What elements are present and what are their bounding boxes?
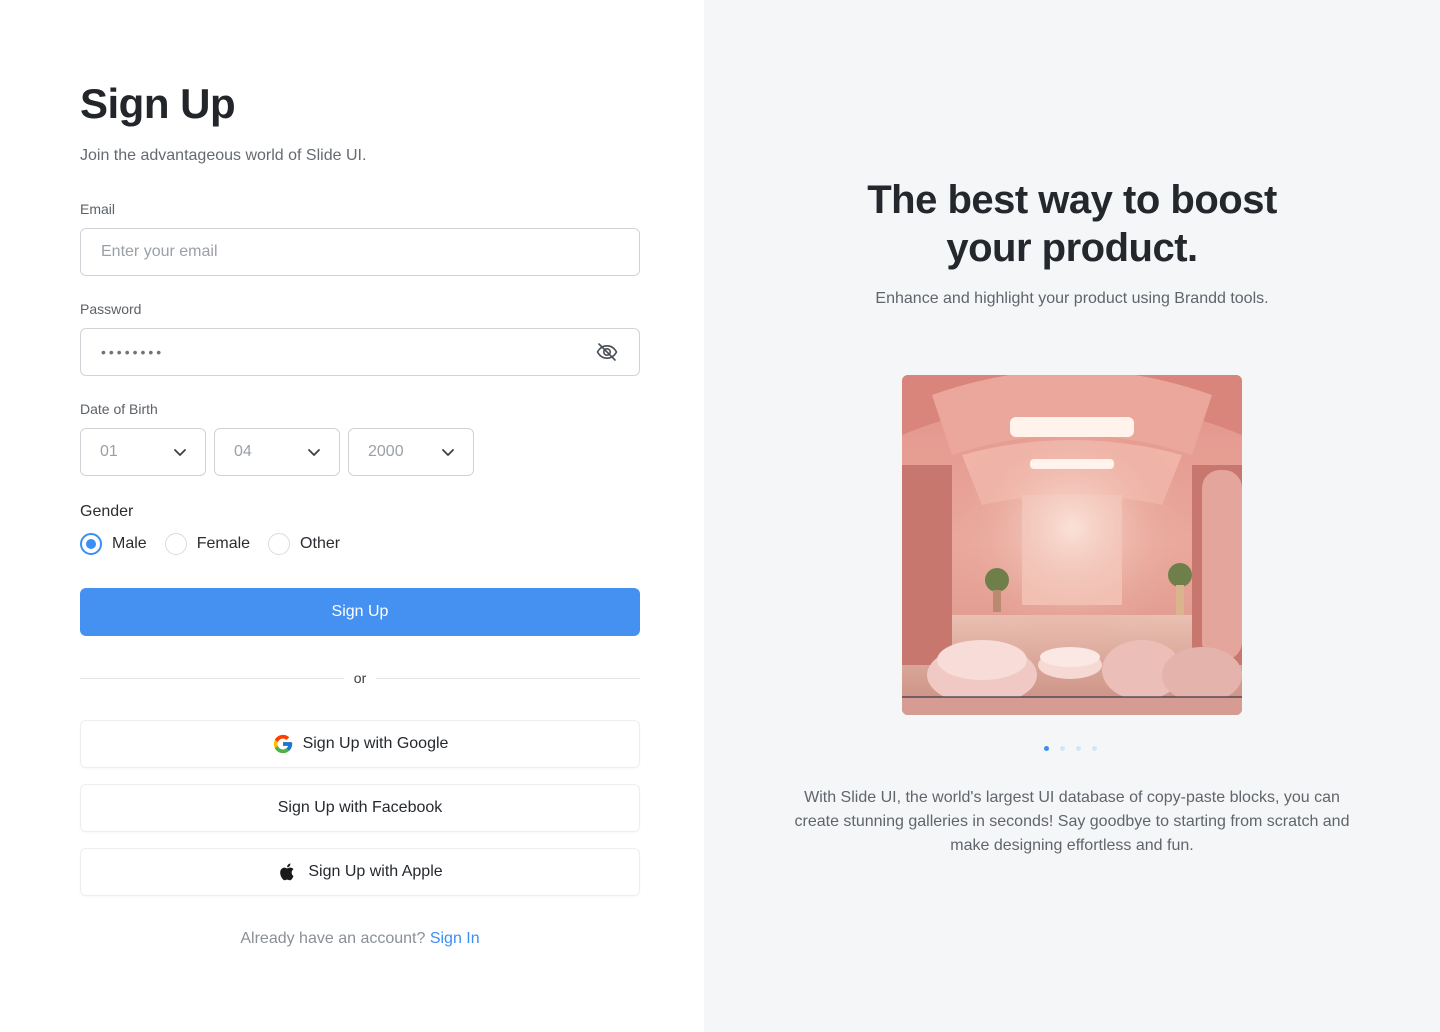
- page-title: Sign Up: [80, 80, 236, 127]
- page-subtitle: Join the advantageous world of Slide UI.: [80, 147, 367, 164]
- carousel-dot[interactable]: [1060, 746, 1065, 751]
- dob-label: Date of Birth: [80, 401, 158, 417]
- eye-off-icon[interactable]: [595, 340, 619, 364]
- email-field[interactable]: Enter your email: [80, 228, 640, 276]
- chevron-down-icon: [441, 445, 455, 459]
- radio-unchecked[interactable]: [164, 533, 187, 555]
- signin-prompt-text: Already have an account?: [240, 930, 426, 947]
- signin-prompt: Already have an account? Sign In: [80, 930, 640, 948]
- divider-text: or: [353, 670, 367, 686]
- gender-radio-group: Male Female Other: [80, 532, 358, 556]
- apple-signup-button[interactable]: Sign Up with Apple: [80, 848, 640, 896]
- hero-title-line1: The best way to boost: [867, 178, 1277, 222]
- dob-day-select[interactable]: 01: [80, 428, 206, 476]
- gender-option-female[interactable]: Female: [164, 533, 251, 555]
- password-field[interactable]: ••••••••: [80, 328, 640, 376]
- gender-option-male[interactable]: Male: [80, 533, 147, 555]
- carousel-dot[interactable]: [1044, 746, 1049, 751]
- google-signup-button[interactable]: Sign Up with Google: [80, 720, 640, 768]
- hero-subtitle: Enhance and highlight your product using…: [875, 290, 1269, 307]
- email-placeholder: Enter your email: [101, 243, 218, 260]
- apple-icon: [277, 861, 299, 883]
- sign-in-link[interactable]: Sign In: [430, 930, 480, 947]
- gender-label: Gender: [80, 503, 134, 520]
- hero-title-line2: your product.: [946, 226, 1198, 270]
- page: Sign Up Join the advantageous world of S…: [0, 0, 1440, 1032]
- password-label: Password: [80, 301, 142, 317]
- facebook-signup-button[interactable]: Sign Up with Facebook: [80, 784, 640, 832]
- signup-panel: Sign Up Join the advantageous world of S…: [0, 0, 704, 1032]
- gender-option-label: Male: [112, 535, 147, 552]
- hero-image: [902, 375, 1242, 715]
- dob-month-value: 04: [234, 443, 252, 460]
- google-signup-label: Sign Up with Google: [302, 735, 449, 752]
- or-divider: or: [80, 668, 641, 688]
- dob-month-select[interactable]: 04: [214, 428, 340, 476]
- sign-up-button[interactable]: Sign Up: [80, 588, 640, 636]
- email-label: Email: [80, 201, 116, 217]
- radio-checked[interactable]: [80, 533, 102, 555]
- chevron-down-icon: [173, 445, 187, 459]
- dob-year-value: 2000: [368, 443, 404, 460]
- carousel-dot[interactable]: [1092, 746, 1097, 751]
- radio-unchecked[interactable]: [268, 533, 291, 555]
- dob-year-select[interactable]: 2000: [348, 428, 474, 476]
- carousel-dots: [1044, 746, 1108, 751]
- hero-description: With Slide UI, the world's largest UI da…: [794, 789, 1350, 854]
- carousel-dot[interactable]: [1076, 746, 1081, 751]
- dob-day-value: 01: [100, 443, 118, 460]
- gender-option-label: Female: [196, 535, 251, 552]
- hero-panel: The best way to boost your product. Enha…: [704, 0, 1440, 1032]
- gender-option-label: Other: [300, 535, 341, 552]
- divider-line: [80, 677, 344, 679]
- apple-signup-label: Sign Up with Apple: [308, 863, 443, 880]
- password-value: ••••••••: [101, 344, 165, 360]
- divider-line: [376, 677, 641, 679]
- hero-title: The best way to boost your product.: [704, 176, 1440, 272]
- google-icon: [272, 733, 294, 755]
- gender-option-other[interactable]: Other: [268, 533, 340, 555]
- chevron-down-icon: [307, 445, 321, 459]
- facebook-signup-label: Sign Up with Facebook: [277, 799, 443, 816]
